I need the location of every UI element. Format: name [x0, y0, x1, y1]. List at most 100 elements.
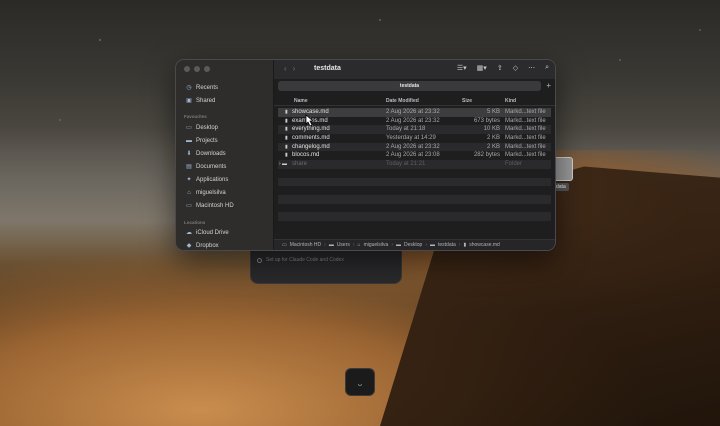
sidebar-item-desktop[interactable]: ▭ Desktop [186, 123, 218, 132]
sidebar-item-label: Macintosh HD [196, 202, 234, 209]
sidebar-item-applications[interactable]: ✦ Applications [186, 175, 228, 184]
file-date: 2 Aug 2026 at 23:32 [386, 117, 440, 124]
sidebar-item-label: miguelsilva [196, 189, 226, 196]
file-date: Yesterday at 14:29 [386, 135, 436, 142]
path-item[interactable]: showcase.md [469, 242, 500, 248]
folder-icon: › ▬ [279, 161, 288, 168]
path-item[interactable]: Macintosh HD [290, 242, 321, 248]
dock-item[interactable]: ⎵ [345, 368, 375, 396]
file-icon: ▮ [285, 152, 288, 159]
sidebar: ◷ Recents ▣ Shared Favourites ▭ Desktop … [176, 60, 274, 250]
window-title: testdata [314, 65, 341, 72]
document-icon: ▤ [186, 163, 192, 170]
sidebar-item-label: Shared [196, 97, 216, 104]
forward-icon[interactable]: › [293, 64, 296, 73]
setup-hint-text: Set up for Claude Code and Codex [266, 257, 344, 263]
sidebar-item-shared[interactable]: ▣ Shared [186, 96, 215, 105]
path-bar: ▭ Macintosh HD › ▬ Users › ⌂ miguelsilva… [274, 239, 555, 250]
table-row[interactable]: ▮ changelog.md 2 Aug 2026 at 23:32 2 KB … [278, 142, 551, 152]
chevron-right-icon: › [324, 242, 326, 248]
path-item[interactable]: miguelsilva [364, 242, 389, 248]
info-icon [257, 257, 262, 263]
list-view-icon[interactable]: ☰▾ [457, 64, 467, 72]
table-row[interactable]: › ▬ share Today at 21:21 Folder [278, 160, 551, 169]
folder-icon: ▬ [328, 242, 334, 248]
column-header-name[interactable]: Name [294, 98, 308, 104]
file-size: 673 bytes [473, 117, 500, 124]
sidebar-item-label: Documents [196, 163, 227, 170]
sidebar-item-icloud[interactable]: ☁ iCloud Drive [186, 228, 229, 237]
home-icon: ⌂ [187, 189, 191, 196]
sidebar-item-recents[interactable]: ◷ Recents [186, 83, 218, 92]
empty-row [278, 194, 551, 204]
file-size: 10 KB [483, 126, 500, 133]
sidebar-section-favourites: Favourites [184, 114, 207, 119]
sidebar-section-locations: Locations [184, 220, 206, 225]
dock-glyph-icon: ⎵ [358, 377, 362, 386]
file-kind: Markd...text file [505, 109, 546, 115]
zoom-button[interactable] [204, 66, 210, 72]
home-icon: ⌂ [357, 242, 361, 248]
sidebar-item-downloads[interactable]: ⬇ Downloads [186, 149, 226, 158]
dropbox-icon: ◆ [186, 242, 192, 249]
sidebar-item-label: Desktop [196, 124, 219, 131]
file-icon: ▮ [463, 242, 467, 248]
tag-icon[interactable]: ◇ [513, 64, 518, 72]
group-view-icon[interactable]: ▦▾ [477, 64, 487, 72]
chevron-right-icon: › [425, 242, 427, 248]
file-kind: Markd...text file [505, 126, 546, 133]
sidebar-item-projects[interactable]: ▬ Projects [186, 136, 218, 145]
search-icon[interactable]: ⌕ [545, 64, 549, 72]
file-icon: ▮ [285, 135, 288, 142]
desktop-file-thumbnail[interactable] [553, 157, 573, 181]
finder-window[interactable]: ◷ Recents ▣ Shared Favourites ▭ Desktop … [175, 59, 556, 251]
file-date: Today at 21:21 [386, 161, 426, 168]
tab-label: testdata [399, 83, 420, 89]
table-row[interactable]: ▮ showcase.md 2 Aug 2026 at 23:32 5 KB M… [278, 108, 551, 117]
file-name: blocos.md [292, 152, 320, 159]
sidebar-item-home[interactable]: ⌂ miguelsilva [186, 188, 226, 197]
sidebar-item-dropbox[interactable]: ◆ Dropbox [186, 241, 219, 250]
folder-icon: ▬ [395, 242, 401, 248]
nav-buttons: ‹ › [284, 64, 295, 73]
file-date: Today at 21:18 [386, 126, 426, 133]
close-button[interactable] [184, 66, 190, 72]
applications-icon: ✦ [186, 176, 192, 183]
sidebar-item-macintosh-hd[interactable]: ▭ Macintosh HD [186, 201, 234, 210]
minimize-button[interactable] [194, 66, 200, 72]
window-controls [184, 66, 210, 72]
file-size: 282 bytes [473, 152, 500, 159]
table-row[interactable]: ▮ comments.md Yesterday at 14:29 2 KB Ma… [278, 134, 551, 143]
sidebar-item-label: Downloads [196, 150, 226, 157]
column-header-size[interactable]: Size [462, 98, 472, 104]
folder-icon: ▬ [186, 137, 192, 144]
file-size: 2 KB [486, 143, 500, 150]
disk-icon: ▭ [282, 242, 287, 248]
file-icon: ▮ [285, 109, 288, 115]
sidebar-item-label: Projects [196, 137, 218, 144]
file-icon: ▮ [285, 117, 288, 124]
file-date: 2 Aug 2026 at 23:32 [386, 109, 440, 115]
column-header-date[interactable]: Date Modified [386, 98, 419, 104]
share-icon[interactable]: ⇪ [497, 64, 503, 72]
path-item[interactable]: Users [337, 242, 350, 248]
column-header-kind[interactable]: Kind [505, 98, 516, 104]
file-name: changelog.md [292, 143, 330, 150]
shared-folder-icon: ▣ [186, 97, 192, 104]
chevron-right-icon: › [458, 242, 461, 248]
path-item[interactable]: Desktop [404, 242, 422, 248]
new-tab-button[interactable]: + [546, 81, 551, 91]
table-row[interactable]: ▮ blocos.md 2 Aug 2026 at 23:08 282 byte… [278, 151, 551, 160]
sidebar-item-label: iCloud Drive [196, 229, 229, 236]
more-icon[interactable]: ⋯ [528, 64, 535, 72]
table-row[interactable]: ▮ examples.md 2 Aug 2026 at 23:32 673 by… [278, 117, 551, 126]
empty-row [278, 186, 551, 195]
table-row[interactable]: ▮ everything.md Today at 21:18 10 KB Mar… [278, 125, 551, 135]
empty-row [278, 204, 551, 213]
sidebar-item-documents[interactable]: ▤ Documents [186, 162, 226, 171]
tab-testdata[interactable]: testdata [278, 81, 541, 91]
setup-hint[interactable]: Set up for Claude Code and Codex [257, 257, 344, 263]
path-item[interactable]: testdata [438, 242, 456, 248]
file-icon: ▮ [285, 126, 288, 133]
back-icon[interactable]: ‹ [284, 64, 287, 73]
